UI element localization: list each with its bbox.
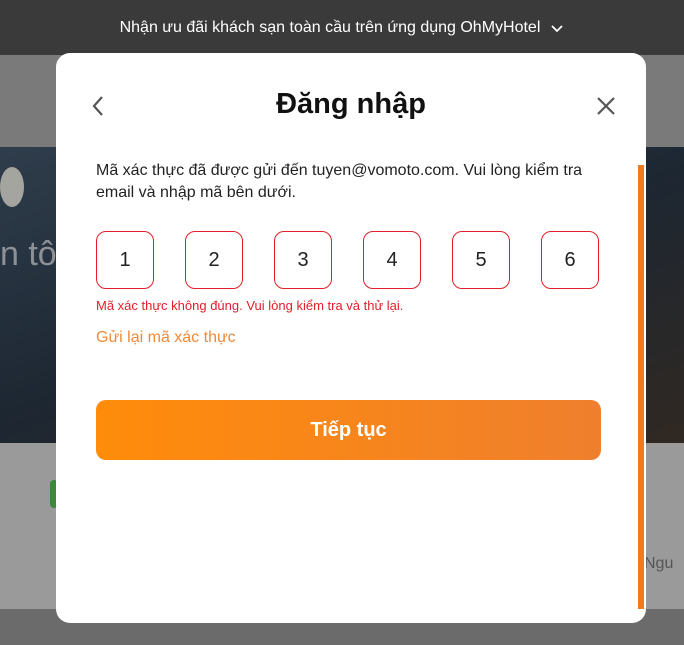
otp-digit-1[interactable] [96,231,154,289]
modal-scrollbar[interactable] [638,165,644,609]
hero-light [0,167,24,207]
continue-button[interactable]: Tiếp tục [96,400,601,460]
app-download-banner[interactable]: Nhận ưu đãi khách sạn toàn cầu trên ứng … [0,0,684,55]
instructions-text: Mã xác thực đã được gửi đến tuyen@vomoto… [96,162,583,201]
otp-digit-5[interactable] [452,231,510,289]
otp-error-message: Mã xác thực không đúng. Vui lòng kiểm tr… [96,298,404,313]
background-right-text: Ngu [644,555,674,572]
close-icon [597,97,615,115]
otp-digit-3[interactable] [274,231,332,289]
modal-title: Đăng nhập [276,88,426,120]
otp-digit-4[interactable] [363,231,421,289]
resend-code-link[interactable]: Gửi lại mã xác thực [96,329,236,347]
otp-inputs [96,231,602,291]
chevron-down-icon[interactable] [550,21,564,35]
banner-text: Nhận ưu đãi khách sạn toàn cầu trên ứng … [119,18,541,36]
otp-digit-6[interactable] [541,231,599,289]
otp-digit-2[interactable] [185,231,243,289]
close-button[interactable] [592,92,620,120]
background-partial-text: n tô [0,235,57,273]
